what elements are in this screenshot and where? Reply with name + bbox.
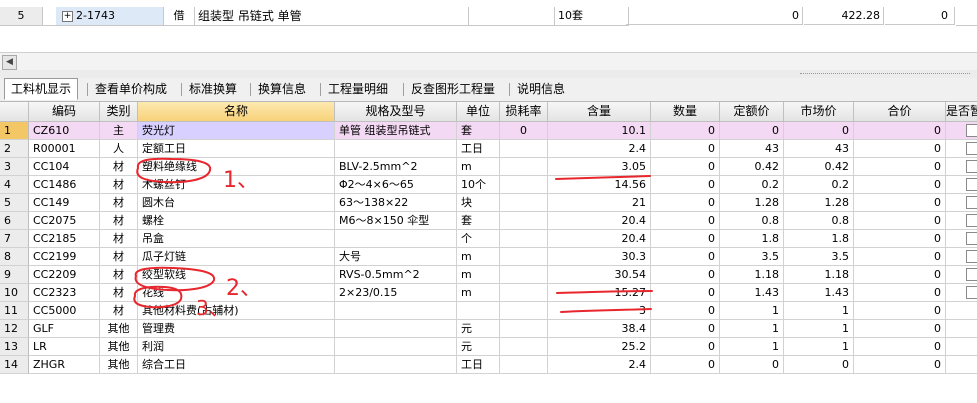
- expand-icon[interactable]: +: [62, 10, 73, 22]
- pane-splitter[interactable]: [0, 70, 977, 78]
- upper-table-row[interactable]: 5 +2-1743 借 组装型 吊链式 单管 10套 0 422.28 0: [0, 7, 977, 26]
- red-annotations: 1、 2、 3、: [133, 157, 653, 320]
- annotation-label-3: 3、: [196, 296, 229, 320]
- tab-separator: [250, 83, 251, 96]
- tab-bar: 工料机显示 查看单价构成 标准换算 换算信息 工程量明细 反查图形工程量 说明信…: [0, 78, 977, 102]
- tab-unit-price[interactable]: 查看单价构成: [89, 79, 173, 99]
- row-val1: 0: [626, 7, 803, 25]
- scroll-left-arrow-icon[interactable]: ◀: [2, 55, 17, 70]
- annotation-label-1: 1、: [223, 168, 259, 193]
- row-name: 组装型 吊链式 单管: [195, 7, 469, 26]
- materials-grid: 编码 类别 名称 规格及型号 单位 损耗率 含量 数量 定额价 市场价 合价 是…: [0, 102, 977, 403]
- row-blank: [43, 7, 56, 26]
- tab-quantity-detail[interactable]: 工程量明细: [322, 79, 394, 99]
- tab-conversion-info[interactable]: 换算信息: [252, 79, 312, 99]
- code-cell[interactable]: +2-1743: [56, 7, 164, 26]
- row-quantity: 10套: [555, 7, 629, 26]
- row-code: 2-1743: [76, 9, 115, 22]
- annotation-label-2: 2、: [226, 276, 262, 301]
- row-val3: 0: [885, 7, 955, 25]
- horizontal-scrollbar[interactable]: ◀: [0, 52, 977, 71]
- row-number: 5: [0, 7, 43, 26]
- row-tail: [956, 7, 977, 26]
- tab-standard-conversion[interactable]: 标准换算: [183, 79, 243, 99]
- circle-mark-1: [136, 157, 212, 184]
- tab-separator: [403, 83, 404, 96]
- underline-mark-2: [556, 290, 653, 294]
- row-type: 借: [164, 7, 195, 26]
- tab-description[interactable]: 说明信息: [511, 79, 571, 99]
- row-val2: 422.28: [804, 7, 884, 25]
- tab-separator: [87, 83, 88, 96]
- underline-mark-1: [555, 175, 651, 180]
- tab-separator: [181, 83, 182, 96]
- tab-materials[interactable]: 工料机显示: [4, 78, 79, 100]
- tab-separator: [509, 83, 510, 96]
- tab-reverse-lookup[interactable]: 反查图形工程量: [405, 79, 501, 99]
- underline-mark-3: [560, 308, 652, 313]
- tab-separator: [320, 83, 321, 96]
- upper-table-area: 5 +2-1743 借 组装型 吊链式 单管 10套 0 422.28 0: [0, 0, 977, 52]
- row-empty: [469, 7, 555, 26]
- splitter-grip[interactable]: [800, 73, 970, 76]
